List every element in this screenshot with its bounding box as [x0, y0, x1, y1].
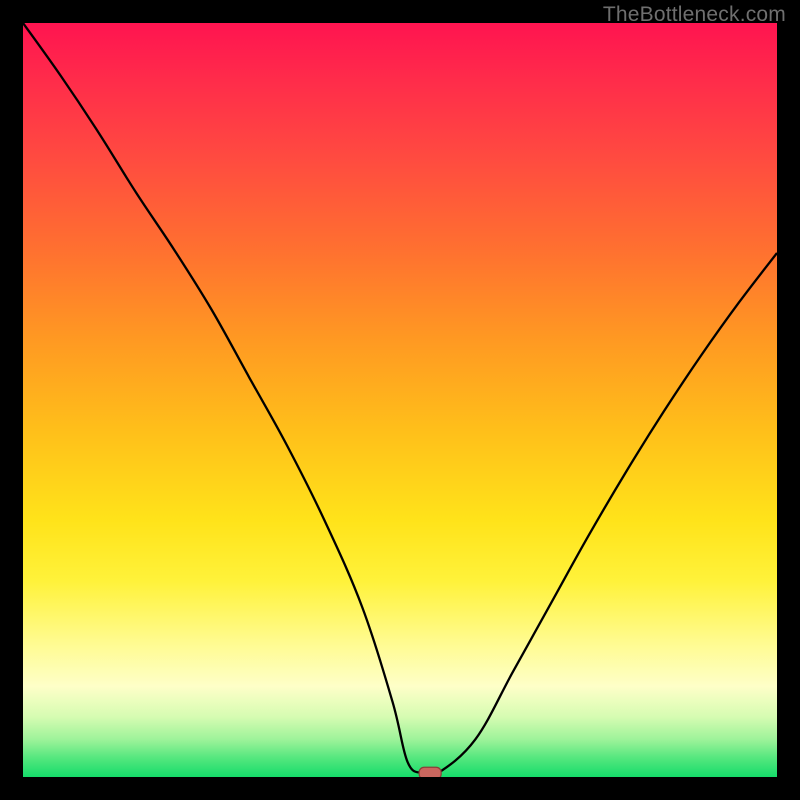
minimum-marker: [419, 767, 441, 777]
watermark-text: TheBottleneck.com: [603, 3, 786, 27]
bottleneck-curve: [23, 23, 777, 776]
plot-area: [23, 23, 777, 777]
chart-frame: TheBottleneck.com: [0, 0, 800, 800]
chart-svg: [23, 23, 777, 777]
